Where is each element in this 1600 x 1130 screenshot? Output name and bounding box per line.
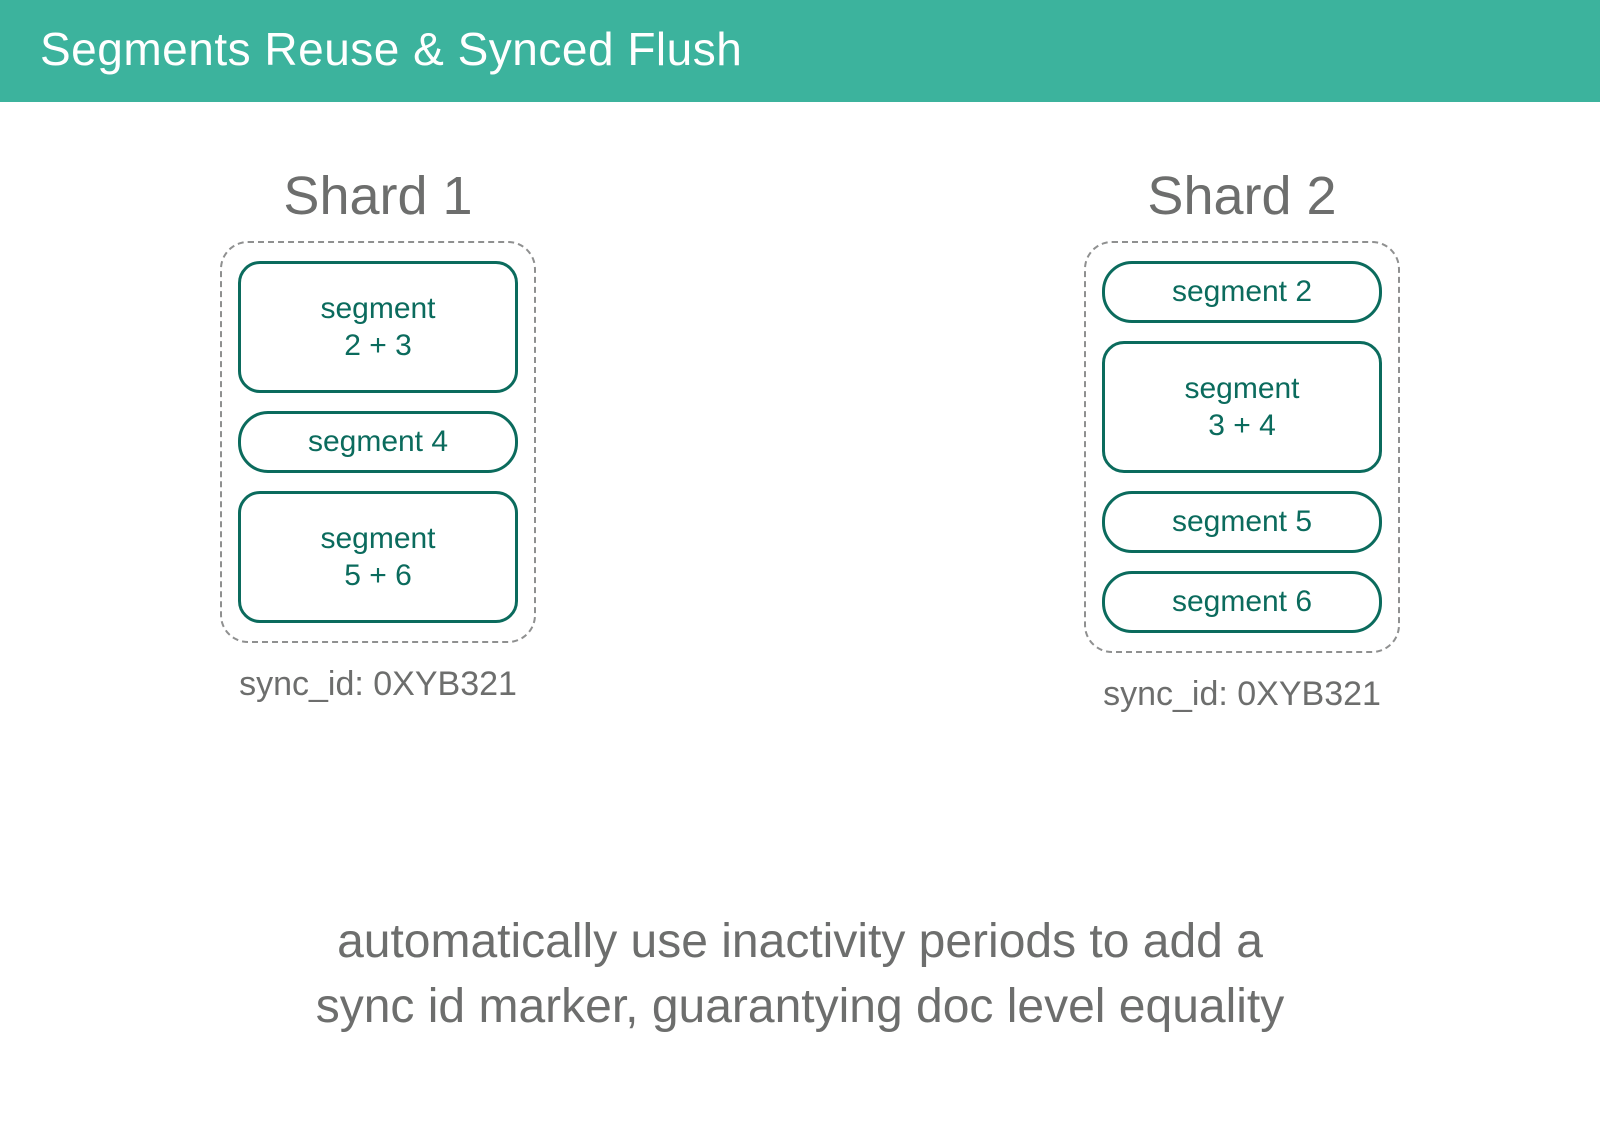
caption-line-1: automatically use inactivity periods to … [337, 915, 1263, 968]
segment-label: segment 6 [1172, 583, 1312, 621]
shard-1-segment-0: segment 2 + 3 [238, 261, 518, 393]
shard-2-segment-2: segment 5 [1102, 491, 1382, 553]
segment-label: 5 + 6 [344, 557, 412, 595]
shard-2-segment-0: segment 2 [1102, 261, 1382, 323]
segment-label: segment [320, 520, 435, 558]
segment-label: 2 + 3 [344, 327, 412, 365]
shard-2-column: Shard 2 segment 2 segment 3 + 4 segment … [1084, 165, 1400, 714]
segment-label: segment [1184, 370, 1299, 408]
shard-1-box: segment 2 + 3 segment 4 segment 5 + 6 [220, 241, 536, 643]
segment-label: segment 5 [1172, 503, 1312, 541]
shard-1-column: Shard 1 segment 2 + 3 segment 4 segment … [220, 165, 536, 714]
caption: automatically use inactivity periods to … [0, 910, 1600, 1040]
segment-label: segment [320, 290, 435, 328]
slide-title: Segments Reuse & Synced Flush [0, 0, 1600, 102]
shard-1-segment-2: segment 5 + 6 [238, 491, 518, 623]
slide: Segments Reuse & Synced Flush Shard 1 se… [0, 0, 1600, 1130]
shard-2-box: segment 2 segment 3 + 4 segment 5 segmen… [1084, 241, 1400, 653]
segment-label: 3 + 4 [1208, 407, 1276, 445]
caption-line-2: sync id marker, guarantying doc level eq… [316, 980, 1285, 1033]
segment-label: segment 4 [308, 423, 448, 461]
segment-label: segment 2 [1172, 273, 1312, 311]
shard-2-segment-3: segment 6 [1102, 571, 1382, 633]
shard-2-title: Shard 2 [1147, 165, 1336, 227]
shard-2-sync-id: sync_id: 0XYB321 [1103, 675, 1381, 714]
shard-1-segment-1: segment 4 [238, 411, 518, 473]
shard-2-segment-1: segment 3 + 4 [1102, 341, 1382, 473]
diagram-area: Shard 1 segment 2 + 3 segment 4 segment … [0, 165, 1600, 714]
shard-1-title: Shard 1 [283, 165, 472, 227]
shard-1-sync-id: sync_id: 0XYB321 [239, 665, 517, 704]
